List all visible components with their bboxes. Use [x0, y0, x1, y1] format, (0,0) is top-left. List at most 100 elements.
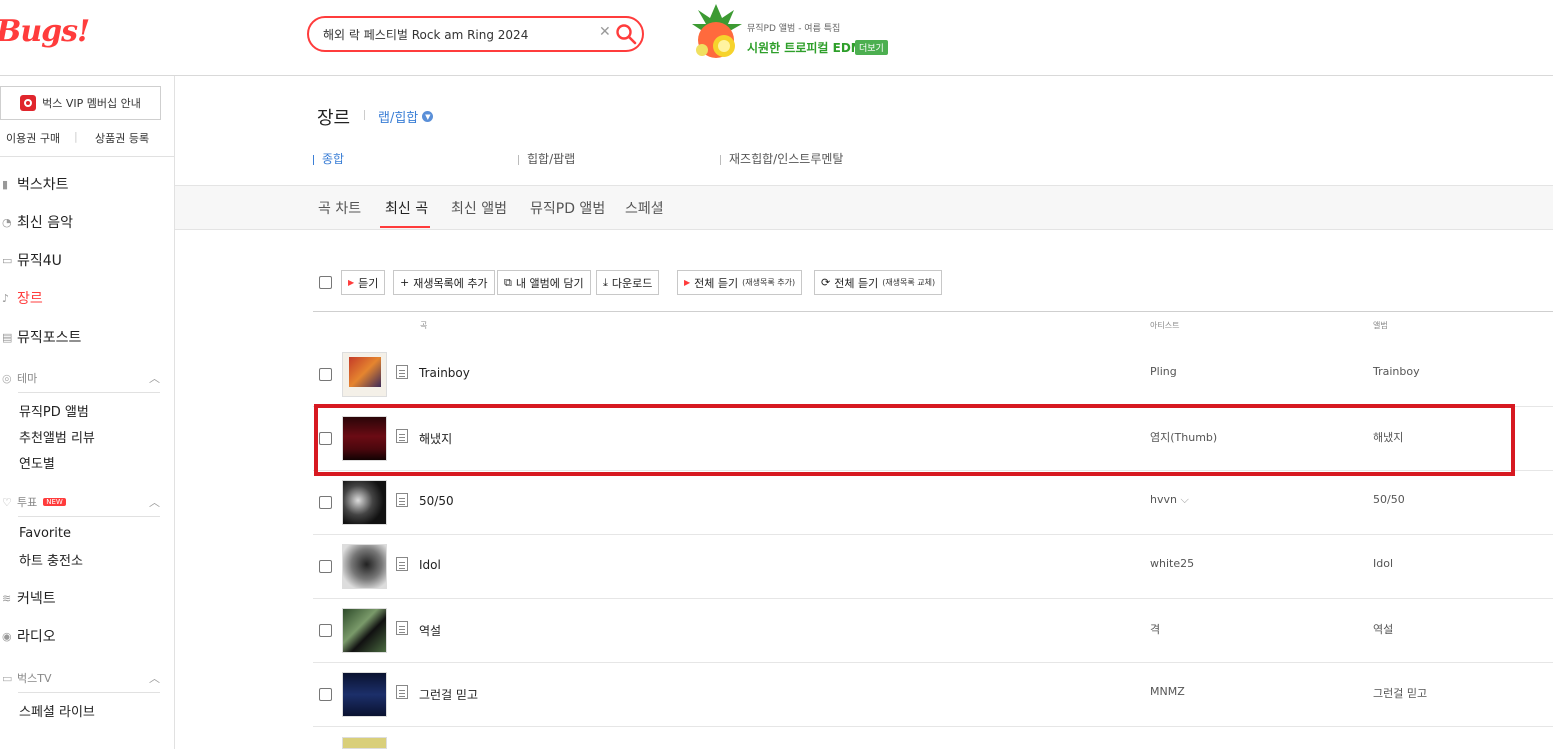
promo-subtitle: 뮤직PD 앨범 - 여름 특집: [747, 24, 841, 34]
promo-title[interactable]: 시원한 트로피컬 EDM: [747, 39, 863, 56]
song-title[interactable]: 50/50: [419, 494, 454, 508]
select-all-checkbox[interactable]: [319, 276, 332, 289]
sidebar-item-label: 최신 음악: [17, 215, 73, 231]
sidebar-section-vote[interactable]: ♡ 투표 NEW ︿: [0, 494, 160, 510]
subgenre-hiphop-poprap[interactable]: 힙합/팝랩: [518, 150, 575, 167]
new-music-icon: ◔: [2, 215, 12, 229]
album-thumbnail[interactable]: [342, 352, 387, 397]
song-title[interactable]: 그런걸 믿고: [419, 686, 478, 703]
lyrics-icon[interactable]: [396, 493, 408, 507]
row-checkbox[interactable]: [319, 368, 332, 381]
artist-name[interactable]: MNMZ: [1150, 685, 1185, 698]
song-title[interactable]: 역설: [419, 622, 441, 639]
album-name[interactable]: Idol: [1373, 557, 1393, 570]
artist-name[interactable]: white25: [1150, 557, 1194, 570]
song-title[interactable]: Idol: [419, 558, 441, 572]
table-row[interactable]: 50/50 hvvn ⌵ 50/50: [313, 471, 1553, 535]
vip-membership-button[interactable]: 벅스 VIP 멤버십 안내: [0, 86, 161, 120]
sidebar-item-label: 장르: [17, 291, 43, 307]
clear-icon[interactable]: ✕: [599, 24, 611, 40]
artist-name[interactable]: 격: [1150, 621, 1160, 637]
album-name[interactable]: 그런걸 믿고: [1373, 685, 1427, 701]
divider: [18, 692, 160, 693]
tab-special[interactable]: 스페셜: [625, 198, 664, 218]
album-name[interactable]: 역설: [1373, 621, 1393, 637]
download-button[interactable]: ⤓ 다운로드: [596, 270, 660, 295]
search-input[interactable]: [323, 24, 593, 44]
song-title[interactable]: Trainboy: [419, 366, 470, 380]
sidebar-item-heart-charge[interactable]: 하트 충전소: [19, 550, 83, 569]
album-name[interactable]: 50/50: [1373, 493, 1405, 506]
listen-all-add-button[interactable]: ▶ 전체 듣기 (재생목록 추가): [677, 270, 803, 295]
row-checkbox[interactable]: [319, 624, 332, 637]
listen-all-replace-button[interactable]: ⟳ 전체 듣기 (재생목록 교체): [814, 270, 943, 295]
page-title: 장르: [317, 108, 351, 129]
table-row[interactable]: Trainboy Pling Trainboy: [313, 343, 1553, 407]
search-icon[interactable]: [615, 23, 637, 45]
album-thumbnail[interactable]: [342, 544, 387, 589]
divider: [0, 156, 175, 157]
tab-new-albums[interactable]: 최신 앨범: [451, 198, 507, 218]
genre-selector[interactable]: 랩/힙합 ▼: [378, 107, 434, 126]
sidebar-item-musicpd-album[interactable]: 뮤직PD 앨범: [19, 401, 89, 420]
sidebar-item-radio[interactable]: ◉ 라디오: [0, 626, 56, 646]
sidebar-item-connect[interactable]: ≋ 커넥트: [0, 588, 56, 608]
subgenre-all[interactable]: 종합: [313, 150, 344, 167]
lyrics-icon[interactable]: [396, 685, 408, 699]
add-to-playlist-button[interactable]: + 재생목록에 추가: [393, 270, 495, 295]
sidebar-item-label: 커넥트: [17, 591, 56, 607]
tab-new-songs[interactable]: 최신 곡: [385, 198, 428, 218]
row-checkbox[interactable]: [319, 496, 332, 509]
lyrics-icon[interactable]: [396, 365, 408, 379]
table-row[interactable]: Idol white25 Idol: [313, 535, 1553, 599]
buy-ticket-link[interactable]: 이용권 구매: [6, 130, 60, 146]
chevron-down-icon[interactable]: ⌵: [1180, 493, 1188, 506]
coupon-register-link[interactable]: 상품권 등록: [95, 130, 149, 146]
add-to-my-album-button[interactable]: ⧉ 내 앨범에 담기: [497, 270, 591, 295]
sidebar-item-label: 벅스차트: [17, 177, 69, 193]
album-thumbnail[interactable]: [342, 672, 387, 717]
table-row[interactable]: 그런걸 믿고 MNMZ 그런걸 믿고: [313, 663, 1553, 727]
bugs-logo[interactable]: Bugs!: [0, 14, 90, 49]
tab-song-chart[interactable]: 곡 차트: [318, 198, 361, 218]
sidebar-item-genre[interactable]: ♪ 장르: [0, 288, 43, 308]
sidebar-item-chart[interactable]: ▮ 벅스차트: [0, 174, 69, 194]
chevron-up-icon[interactable]: ︿: [149, 494, 160, 510]
section-label: 투표: [17, 496, 38, 509]
album-thumbnail[interactable]: [342, 608, 387, 653]
lyrics-icon[interactable]: [396, 557, 408, 571]
listen-button[interactable]: ▶ 듣기: [341, 270, 386, 295]
sidebar-item-by-year[interactable]: 연도별: [19, 453, 55, 472]
album-name[interactable]: Trainboy: [1373, 365, 1420, 378]
sidebar-item-special-live[interactable]: 스페셜 라이브: [19, 701, 95, 720]
heart-icon: ♡: [2, 495, 12, 509]
row-checkbox[interactable]: [319, 560, 332, 573]
album-thumbnail[interactable]: [342, 480, 387, 525]
sidebar-item-favorite[interactable]: Favorite: [19, 526, 71, 541]
active-tab-indicator: [380, 226, 430, 228]
artist-name[interactable]: hvvn ⌵: [1150, 493, 1189, 507]
sidebar-item-album-review[interactable]: 추천앨범 리뷰: [19, 427, 95, 446]
column-song: 곡: [420, 321, 428, 330]
sidebar-item-new-music[interactable]: ◔ 최신 음악: [0, 212, 73, 232]
table-row[interactable]: 역설 격 역설: [313, 599, 1553, 663]
tab-musicpd-album[interactable]: 뮤직PD 앨범: [530, 198, 605, 218]
sidebar-item-musicpost[interactable]: ▤ 뮤직포스트: [0, 327, 81, 347]
lyrics-icon[interactable]: [396, 621, 408, 635]
chevron-up-icon[interactable]: ︿: [149, 370, 160, 386]
artist-name[interactable]: Pling: [1150, 365, 1177, 378]
search-box[interactable]: ✕: [307, 16, 644, 52]
music4u-icon: ▭: [2, 253, 13, 267]
chevron-down-icon[interactable]: ▼: [422, 111, 434, 122]
sidebar-item-music4u[interactable]: ▭ 뮤직4U: [0, 250, 62, 270]
tropical-fruit-image[interactable]: [688, 2, 744, 62]
album-thumbnail[interactable]: [342, 737, 387, 749]
row-checkbox[interactable]: [319, 688, 332, 701]
bugs-vip-icon: [20, 95, 37, 111]
sidebar-section-theme[interactable]: ◎ 테마 ︿: [0, 370, 160, 386]
sidebar-section-bugstv[interactable]: ▭ 벅스TV ︿: [0, 670, 160, 686]
chevron-up-icon[interactable]: ︿: [149, 670, 160, 686]
subgenre-jazzhiphop[interactable]: 재즈힙합/인스트루멘탈: [720, 150, 843, 167]
musicpost-icon: ▤: [2, 330, 13, 344]
promo-more-button[interactable]: 더보기: [855, 40, 888, 55]
